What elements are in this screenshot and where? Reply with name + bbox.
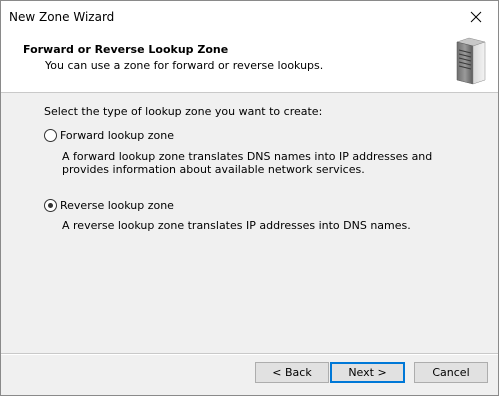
forward-lookup-radio[interactable]: [44, 129, 57, 142]
close-icon: [470, 11, 481, 22]
reverse-lookup-option[interactable]: Reverse lookup zone: [44, 199, 174, 212]
window-title: New Zone Wizard: [9, 10, 115, 24]
cancel-button[interactable]: Cancel: [414, 362, 488, 383]
forward-lookup-description: A forward lookup zone translates DNS nam…: [62, 150, 433, 176]
reverse-lookup-description: A reverse lookup zone translates IP addr…: [62, 219, 411, 232]
page-subtitle: You can use a zone for forward or revers…: [45, 59, 324, 72]
reverse-lookup-label[interactable]: Reverse lookup zone: [60, 199, 174, 212]
wizard-header: Forward or Reverse Lookup Zone You can u…: [1, 32, 498, 93]
reverse-lookup-radio[interactable]: [44, 199, 57, 212]
next-button[interactable]: Next >: [330, 362, 405, 383]
close-button[interactable]: [453, 1, 498, 32]
forward-lookup-option[interactable]: Forward lookup zone: [44, 129, 174, 142]
wizard-content: Select the type of lookup zone you want …: [1, 93, 498, 351]
page-title: Forward or Reverse Lookup Zone: [23, 43, 229, 56]
new-zone-wizard-window: New Zone Wizard Forward or Reverse Looku…: [0, 0, 499, 396]
title-bar[interactable]: New Zone Wizard: [1, 1, 498, 32]
forward-lookup-label[interactable]: Forward lookup zone: [60, 129, 174, 142]
back-button[interactable]: < Back: [255, 362, 329, 383]
server-icon: [456, 37, 486, 85]
footer-separator: [1, 353, 498, 355]
zone-type-prompt: Select the type of lookup zone you want …: [44, 105, 323, 118]
